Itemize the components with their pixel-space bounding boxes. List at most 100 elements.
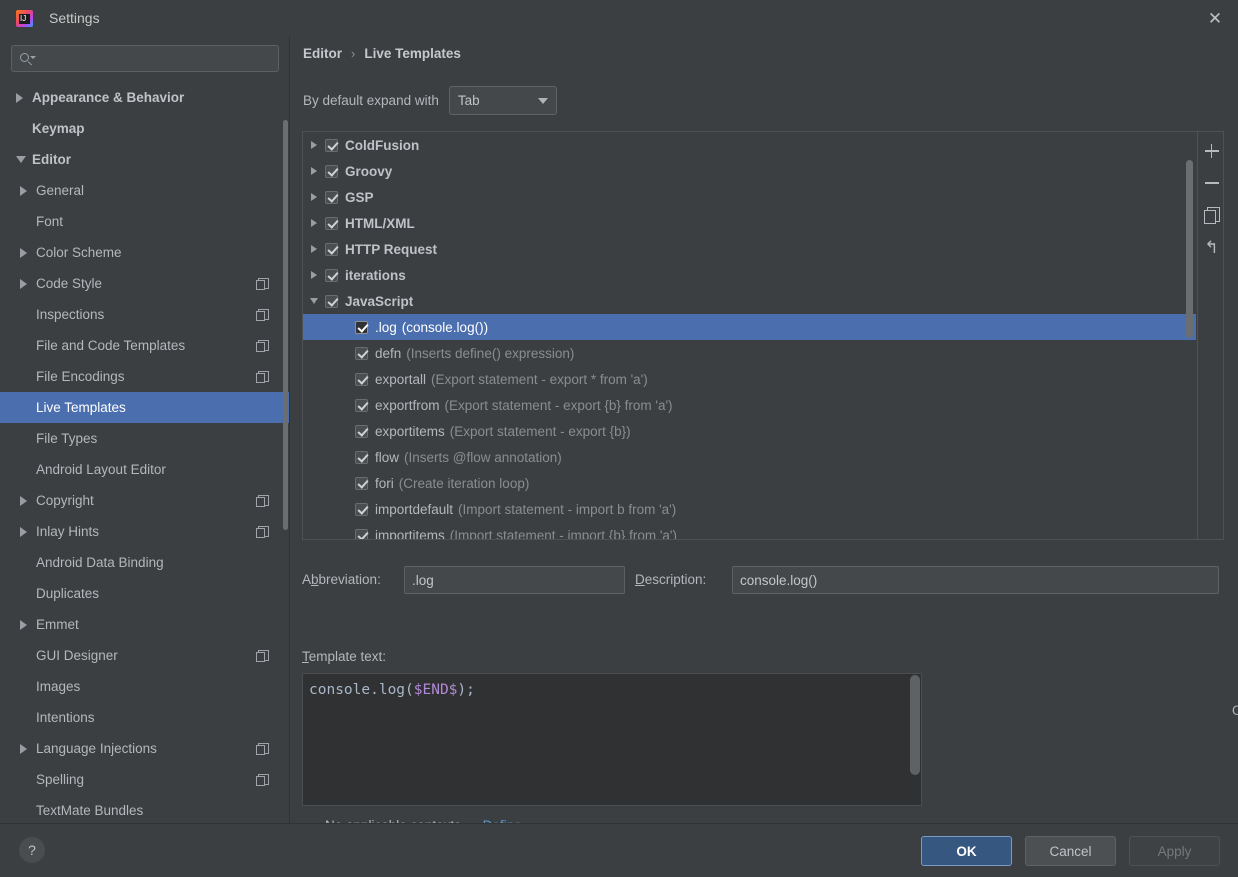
breadcrumb-parent[interactable]: Editor: [303, 46, 342, 61]
abbreviation-description-row: Abbreviation: .log Description: console.…: [302, 566, 1224, 594]
template-row[interactable]: ColdFusion: [303, 132, 1196, 158]
sidebar-item-general[interactable]: General: [0, 175, 290, 206]
revert-template-button-undo-icon[interactable]: ↰: [1201, 236, 1223, 258]
template-row[interactable]: JavaScript: [303, 288, 1196, 314]
chevron-right-icon[interactable]: [303, 219, 325, 227]
template-checkbox[interactable]: [325, 294, 338, 308]
chevron-down-icon[interactable]: [303, 298, 325, 304]
template-row[interactable]: .log (console.log()): [303, 314, 1196, 340]
sidebar-item-font[interactable]: Font: [0, 206, 290, 237]
sidebar-item-spelling[interactable]: Spelling: [0, 764, 290, 795]
ok-button[interactable]: OK: [921, 836, 1012, 866]
templates-tree[interactable]: ColdFusion Groovy GSP HTML/XML HTTP Request i…: [303, 132, 1196, 539]
chevron-right-icon[interactable]: [20, 278, 36, 289]
chevron-right-icon[interactable]: [16, 92, 32, 103]
template-checkbox[interactable]: [325, 268, 338, 282]
sidebar-item-gui-designer[interactable]: GUI Designer: [0, 640, 290, 671]
template-checkbox[interactable]: [355, 424, 368, 438]
template-description: (Inserts define() expression): [406, 345, 575, 361]
remove-template-button-minus-icon[interactable]: [1201, 172, 1223, 194]
templates-scrollbar-thumb[interactable]: [1186, 160, 1193, 338]
template-checkbox[interactable]: [355, 320, 368, 334]
template-checkbox[interactable]: [325, 216, 338, 230]
chevron-right-icon[interactable]: [303, 141, 325, 149]
sidebar-item-label: Code Style: [36, 276, 103, 291]
sidebar-item-inspections[interactable]: Inspections: [0, 299, 290, 330]
abbreviation-input[interactable]: .log: [404, 566, 625, 594]
sidebar-item-live-templates[interactable]: Live Templates: [0, 392, 290, 423]
sidebar-item-emmet[interactable]: Emmet: [0, 609, 290, 640]
sidebar-item-copyright[interactable]: Copyright: [0, 485, 290, 516]
sidebar-item-keymap[interactable]: Keymap: [0, 113, 290, 144]
settings-category-tree[interactable]: Appearance & Behavior Keymap Editor General…: [0, 82, 290, 823]
template-row[interactable]: exportfrom (Export statement - export {b}…: [303, 392, 1196, 418]
chevron-right-icon[interactable]: [20, 495, 36, 506]
template-name: HTML/XML: [345, 215, 415, 231]
sidebar-item-label: Inlay Hints: [36, 524, 100, 539]
template-row[interactable]: HTML/XML: [303, 210, 1196, 236]
search-box[interactable]: [11, 45, 279, 72]
chevron-down-icon[interactable]: [16, 156, 32, 163]
chevron-right-icon[interactable]: [303, 271, 325, 279]
add-template-button-plus-icon[interactable]: [1201, 140, 1223, 162]
sidebar-item-editor[interactable]: Editor: [0, 144, 290, 175]
template-row[interactable]: HTTP Request: [303, 236, 1196, 262]
chevron-right-icon[interactable]: [20, 619, 36, 630]
chevron-right-icon[interactable]: [20, 743, 36, 754]
template-row[interactable]: Groovy: [303, 158, 1196, 184]
chevron-right-icon[interactable]: [303, 193, 325, 201]
template-row[interactable]: exportall (Export statement - export * fr…: [303, 366, 1196, 392]
sidebar-item-file-encodings[interactable]: File Encodings: [0, 361, 290, 392]
close-icon[interactable]: ✕: [1192, 0, 1238, 36]
sidebar-item-code-style[interactable]: Code Style: [0, 268, 290, 299]
sidebar-item-duplicates[interactable]: Duplicates: [0, 578, 290, 609]
chevron-right-icon[interactable]: [20, 185, 36, 196]
template-checkbox[interactable]: [325, 190, 338, 204]
sidebar-item-appearance-behavior[interactable]: Appearance & Behavior: [0, 82, 290, 113]
template-text-editor[interactable]: console.log($END$);: [302, 673, 922, 806]
cancel-button[interactable]: Cancel: [1025, 836, 1116, 866]
sidebar-item-intentions[interactable]: Intentions: [0, 702, 290, 733]
duplicate-template-button-copy-icon[interactable]: [1201, 204, 1223, 226]
sidebar-item-file-types[interactable]: File Types: [0, 423, 290, 454]
template-row[interactable]: defn (Inserts define() expression): [303, 340, 1196, 366]
description-input[interactable]: console.log(): [732, 566, 1219, 594]
sidebar-item-android-layout-editor[interactable]: Android Layout Editor: [0, 454, 290, 485]
template-checkbox[interactable]: [325, 164, 338, 178]
default-expand-combo[interactable]: Tab: [448, 86, 557, 115]
sidebar-item-textmate-bundles[interactable]: TextMate Bundles: [0, 795, 290, 823]
default-expand-value: Tab: [457, 93, 480, 108]
template-checkbox[interactable]: [355, 346, 368, 360]
template-description: (Import statement - import {b} from 'a'): [449, 527, 677, 540]
apply-button[interactable]: Apply: [1129, 836, 1220, 866]
template-row[interactable]: iterations: [303, 262, 1196, 288]
template-row[interactable]: importitems (Import statement - import {b…: [303, 522, 1196, 539]
template-checkbox[interactable]: [355, 476, 368, 490]
chevron-right-icon[interactable]: [303, 245, 325, 253]
sidebar-item-color-scheme[interactable]: Color Scheme: [0, 237, 290, 268]
template-row[interactable]: exportitems (Export statement - export {b…: [303, 418, 1196, 444]
sidebar-item-inlay-hints[interactable]: Inlay Hints: [0, 516, 290, 547]
template-checkbox[interactable]: [325, 242, 338, 256]
template-checkbox[interactable]: [355, 372, 368, 386]
template-row[interactable]: fori (Create iteration loop): [303, 470, 1196, 496]
sidebar-item-images[interactable]: Images: [0, 671, 290, 702]
chevron-right-icon[interactable]: [20, 526, 36, 537]
template-checkbox[interactable]: [355, 528, 368, 539]
sidebar-item-file-and-code-templates[interactable]: File and Code Templates: [0, 330, 290, 361]
template-row[interactable]: GSP: [303, 184, 1196, 210]
sidebar-scrollbar[interactable]: [283, 120, 288, 530]
sidebar-item-language-injections[interactable]: Language Injections: [0, 733, 290, 764]
sidebar-item-android-data-binding[interactable]: Android Data Binding: [0, 547, 290, 578]
template-row[interactable]: importdefault (Import statement - import …: [303, 496, 1196, 522]
editor-scrollbar-thumb[interactable]: [910, 675, 920, 775]
chevron-right-icon[interactable]: [20, 247, 36, 258]
chevron-right-icon[interactable]: [303, 167, 325, 175]
template-checkbox[interactable]: [325, 138, 338, 152]
search-input[interactable]: [37, 46, 278, 71]
template-checkbox[interactable]: [355, 450, 368, 464]
template-checkbox[interactable]: [355, 398, 368, 412]
template-checkbox[interactable]: [355, 502, 368, 516]
help-button[interactable]: ?: [19, 837, 45, 863]
template-row[interactable]: flow (Inserts @flow annotation): [303, 444, 1196, 470]
